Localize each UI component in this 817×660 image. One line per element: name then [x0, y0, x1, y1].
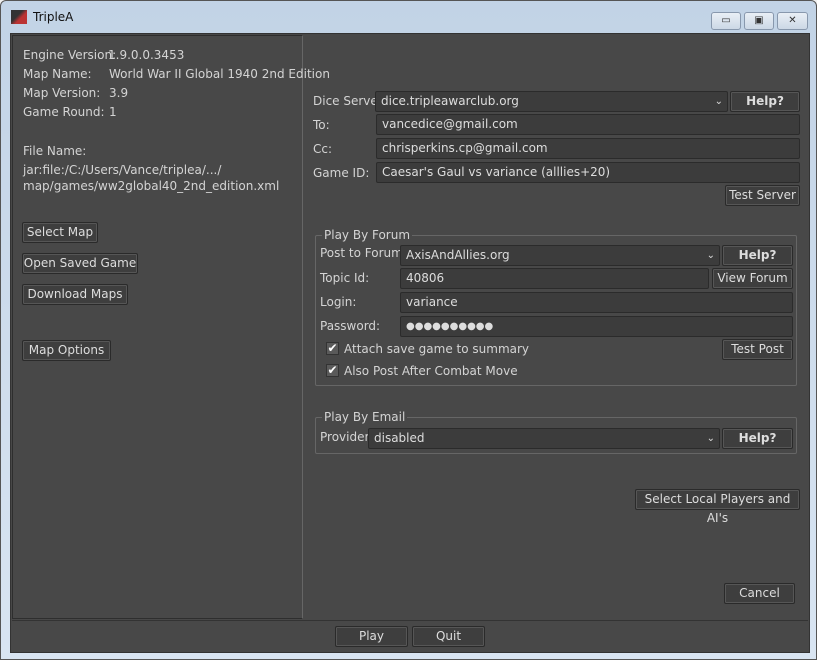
login-input[interactable]: variance [400, 292, 793, 313]
quit-button[interactable]: Quit [412, 626, 485, 647]
chevron-down-icon: ⌄ [706, 250, 715, 261]
title-bar: TripleA [11, 10, 73, 24]
play-by-forum-legend: Play By Forum [322, 228, 413, 242]
game-info-panel: Engine Version: 1.9.0.0.3453 Map Name: W… [12, 35, 330, 619]
map-name-value: World War II Global 1940 2nd Edition [109, 67, 330, 81]
view-forum-button[interactable]: View Forum [712, 268, 793, 289]
play-by-email-legend: Play By Email [322, 410, 408, 424]
also-post-checkbox[interactable]: ✔ [326, 364, 339, 377]
minimize-button[interactable]: ▭ [711, 12, 741, 30]
engine-version-label: Engine Version: [23, 48, 117, 62]
app-logo-icon [11, 10, 27, 24]
chevron-down-icon: ⌄ [706, 433, 715, 444]
provider-dropdown[interactable]: disabled ⌄ [368, 428, 720, 449]
attach-save-label: Attach save game to summary [344, 342, 530, 356]
map-options-button[interactable]: Map Options [22, 340, 111, 361]
dice-server-value: dice.tripleawarclub.org [381, 94, 519, 108]
to-label: To: [313, 118, 330, 132]
password-input[interactable]: ●●●●●●●●●● [400, 316, 793, 337]
maximize-button[interactable]: ▣ [744, 12, 774, 30]
post-to-forum-value: AxisAndAllies.org [406, 248, 510, 262]
close-button[interactable]: ✕ [777, 12, 808, 30]
cc-label: Cc: [313, 142, 333, 156]
chevron-down-icon: ⌄ [714, 96, 723, 107]
map-version-label: Map Version: [23, 86, 101, 100]
window: TripleA ▭ ▣ ✕ Engine Version: 1.9.0.0.34… [0, 0, 817, 660]
engine-version-value: 1.9.0.0.3453 [108, 48, 185, 62]
test-server-button[interactable]: Test Server [725, 185, 800, 206]
content-area: Engine Version: 1.9.0.0.3453 Map Name: W… [10, 33, 810, 653]
post-to-forum-label: Post to Forum: [320, 246, 407, 260]
attach-save-checkbox[interactable]: ✔ [326, 342, 339, 355]
dice-server-dropdown[interactable]: dice.tripleawarclub.org ⌄ [375, 91, 728, 112]
play-button[interactable]: Play [335, 626, 408, 647]
topic-id-label: Topic Id: [320, 271, 370, 285]
email-help-button[interactable]: Help? [722, 428, 793, 449]
post-to-forum-dropdown[interactable]: AxisAndAllies.org ⌄ [400, 245, 720, 266]
map-name-label: Map Name: [23, 67, 92, 81]
file-name-line1: jar:file:/C:/Users/Vance/triplea/.../ [23, 163, 222, 177]
file-name-label: File Name: [23, 144, 87, 158]
also-post-label: Also Post After Combat Move [344, 364, 518, 378]
login-label: Login: [320, 295, 357, 309]
game-id-label: Game ID: [313, 166, 370, 180]
window-title: TripleA [33, 10, 74, 24]
cc-input[interactable]: chrisperkins.cp@gmail.com [376, 138, 800, 159]
bottom-bar: Play Quit [12, 620, 808, 651]
map-version-value: 3.9 [109, 86, 129, 100]
to-input[interactable]: vancedice@gmail.com [376, 114, 800, 135]
dice-help-button[interactable]: Help? [730, 91, 800, 112]
game-id-input[interactable]: Caesar's Gaul vs variance (alllies+20) [376, 162, 800, 183]
file-name-line2: map/games/ww2global40_2nd_edition.xml [23, 179, 280, 193]
select-map-button[interactable]: Select Map [22, 222, 98, 243]
topic-id-input[interactable]: 40806 [400, 268, 709, 289]
game-round-value: 1 [109, 105, 117, 119]
provider-value: disabled [374, 431, 425, 445]
download-maps-button[interactable]: Download Maps [22, 284, 128, 305]
open-saved-game-button[interactable]: Open Saved Game [22, 253, 138, 274]
password-label: Password: [320, 319, 381, 333]
test-post-button[interactable]: Test Post [722, 339, 793, 360]
cancel-button[interactable]: Cancel [724, 583, 795, 604]
game-round-label: Game Round: [23, 105, 105, 119]
select-local-players-button[interactable]: Select Local Players and AI's [635, 489, 800, 525]
forum-help-button[interactable]: Help? [722, 245, 793, 266]
provider-label: Provider: [320, 430, 374, 444]
